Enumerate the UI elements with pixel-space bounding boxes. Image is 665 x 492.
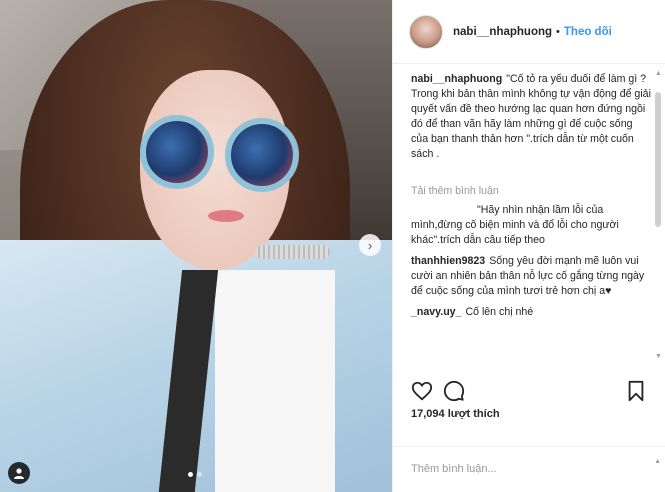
lips — [208, 210, 244, 222]
post-caption: nabi__nhaphuong "Cố tỏ ra yếu đuối để làm… — [411, 72, 651, 162]
post-photo[interactable]: › — [0, 0, 392, 492]
list-item: "Hãy nhìn nhận lầm lỗi của mình,đừng cố … — [411, 203, 651, 248]
choker-necklace — [255, 245, 330, 259]
comment-icon[interactable] — [443, 380, 465, 402]
scroll-up-icon[interactable]: ▲ — [655, 70, 662, 77]
likes-count[interactable]: 17,094 lượt thích — [411, 408, 500, 420]
scrollbar-thumb[interactable] — [655, 92, 661, 227]
heart-icon[interactable] — [411, 380, 433, 402]
white-shirt — [215, 270, 335, 492]
scroll-down-icon[interactable]: ▼ — [655, 353, 662, 360]
header-username[interactable]: nabi__nhaphuong — [453, 26, 552, 38]
comments-list: nabi__nhaphuong "Cố tỏ ra yếu đuối để làm… — [411, 72, 651, 362]
scroll-up-icon[interactable]: ▲ — [654, 458, 661, 465]
caption-username[interactable]: nabi__nhaphuong — [411, 73, 502, 85]
carousel-indicator — [188, 472, 202, 477]
divider — [393, 446, 665, 447]
sunglasses-lens-right — [225, 118, 299, 192]
post-header: nabi__nhaphuong • Theo dõi — [393, 0, 665, 64]
post-side-panel: nabi__nhaphuong • Theo dõi nabi__nhaphuo… — [392, 0, 665, 492]
comments-scrollbar[interactable]: ▲ ▼ — [655, 70, 663, 360]
load-more-comments-link[interactable]: Tải thêm bình luận — [411, 184, 651, 199]
tagged-users-button[interactable] — [8, 462, 30, 484]
avatar[interactable] — [409, 14, 443, 49]
post-actions — [411, 380, 651, 406]
header-separator: • — [556, 25, 560, 38]
bookmark-icon[interactable] — [625, 380, 647, 402]
add-comment-input[interactable] — [411, 460, 656, 478]
comment-username[interactable]: _navy.uy_ — [411, 306, 461, 318]
carousel-dot-active — [188, 472, 193, 477]
comment-text: "Hãy nhìn nhận lầm lỗi của mình,đừng cố … — [411, 204, 619, 246]
comment-username[interactable]: thanhhien9823 — [411, 255, 485, 267]
follow-button[interactable]: Theo dõi — [564, 26, 612, 38]
user-tag-icon — [14, 468, 24, 479]
list-item: _navy.uy_ Cố lên chị nhé — [411, 305, 651, 320]
carousel-dot — [197, 472, 202, 477]
comment-text: Cố lên chị nhé — [465, 306, 534, 318]
caption-text: "Cố tỏ ra yếu đuối để làm gì ? Trong khi… — [411, 73, 651, 160]
next-photo-button[interactable]: › — [359, 234, 381, 256]
list-item: thanhhien9823 Sống yêu đời mạnh mẽ luôn v… — [411, 254, 651, 299]
sunglasses-lens-left — [140, 115, 214, 189]
chevron-right-icon: › — [367, 237, 373, 253]
